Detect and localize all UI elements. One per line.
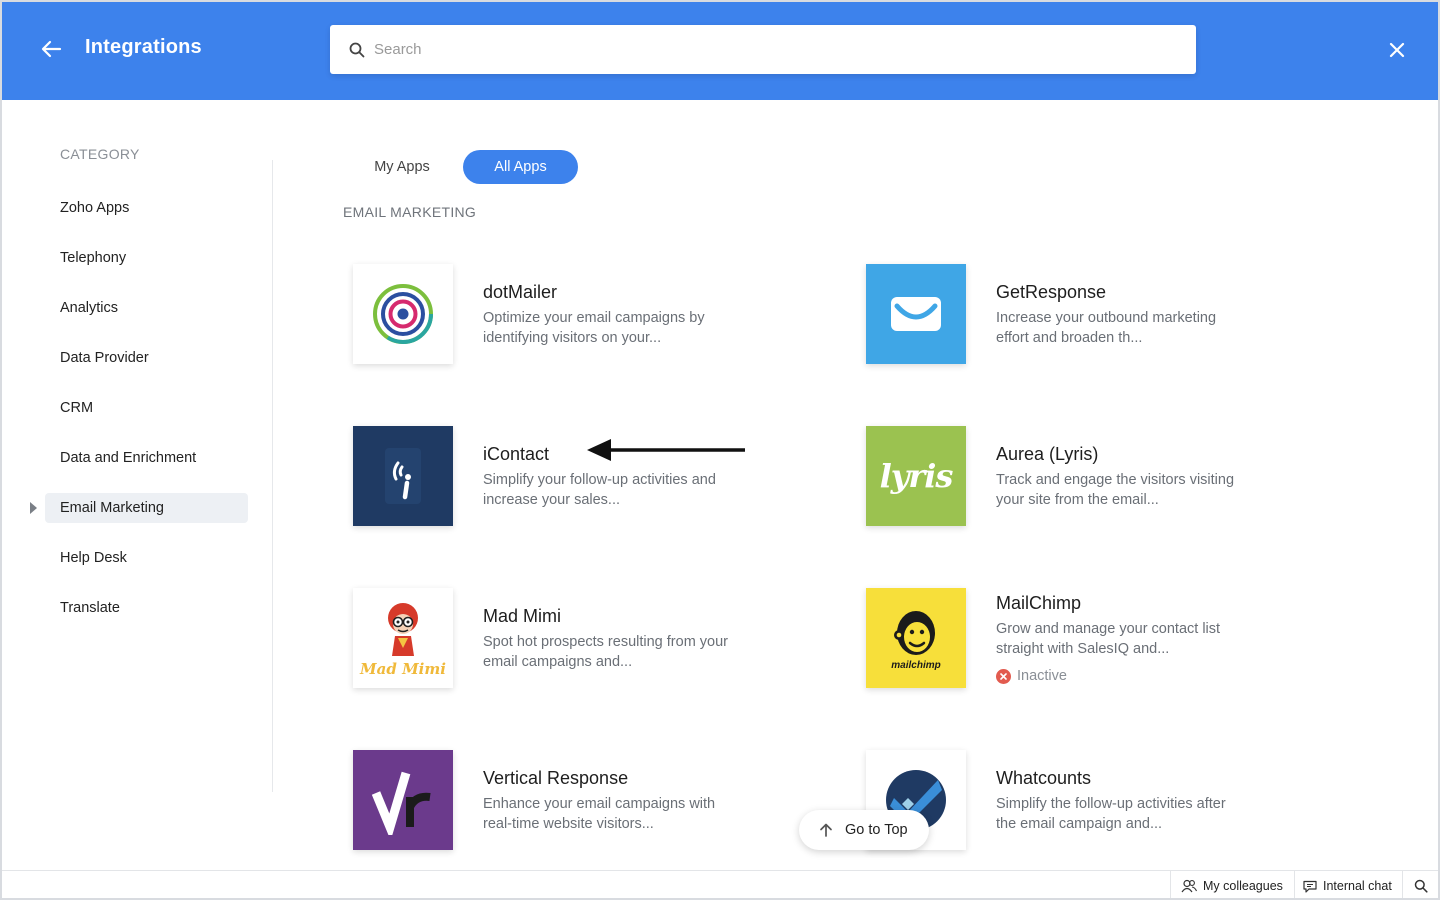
tab-my-apps[interactable]: My Apps [343, 150, 461, 184]
app-card-dotmailer[interactable]: dotMailer Optimize your email campaigns … [353, 264, 813, 364]
sidebar-item-analytics[interactable]: Analytics [45, 293, 248, 323]
app-name: iContact [483, 444, 550, 464]
icontact-logo-icon [353, 426, 453, 526]
tab-all-apps[interactable]: All Apps [463, 150, 578, 184]
section-heading: EMAIL MARKETING [343, 204, 477, 220]
caret-right-icon [30, 502, 37, 514]
go-to-top-button[interactable]: Go to Top [799, 810, 929, 850]
internal-chat-button[interactable]: Internal chat [1294, 871, 1402, 900]
sidebar-item-data-provider[interactable]: Data Provider [45, 343, 248, 373]
app-name: Aurea (Lyris) [996, 444, 1099, 464]
app-description: Optimize your email campaigns by identif… [483, 310, 705, 346]
mad-mimi-logo-icon: Mad Mimi [353, 588, 453, 688]
close-button[interactable] [1386, 39, 1408, 61]
arrow-left-icon [41, 40, 62, 58]
app-description: Simplify the follow-up activities after … [996, 796, 1226, 832]
bottom-search-button[interactable] [1402, 871, 1438, 900]
app-description: Grow and manage your contact list straig… [996, 621, 1221, 657]
lyris-logo-icon: lyris [866, 426, 966, 526]
app-card-whatcounts[interactable]: Whatcounts Simplify the follow-up activi… [866, 750, 1326, 850]
status-badge: Inactive [996, 668, 1067, 684]
sidebar-item-zoho-apps[interactable]: Zoho Apps [45, 193, 248, 223]
go-to-top-label: Go to Top [845, 822, 908, 838]
inactive-x-icon [996, 668, 1011, 684]
search-box[interactable] [330, 25, 1196, 74]
mailchimp-logo-icon: mailchimp [866, 588, 966, 688]
app-card-mailchimp[interactable]: mailchimp MailChimp Grow and manage your… [866, 588, 1326, 698]
sidebar-item-translate[interactable]: Translate [45, 593, 248, 623]
app-name: dotMailer [483, 282, 558, 302]
app-name: Whatcounts [996, 768, 1092, 788]
app-card-aurea-lyris[interactable]: lyris Aurea (Lyris) Track and engage the… [866, 426, 1326, 526]
envelope-icon [866, 264, 966, 364]
sidebar-divider [272, 160, 273, 792]
search-icon [349, 42, 365, 58]
app-card-getresponse[interactable]: GetResponse Increase your outbound marke… [866, 264, 1326, 364]
category-heading: CATEGORY [60, 146, 140, 162]
app-card-vertical-response[interactable]: Vertical Response Enhance your email cam… [353, 750, 813, 850]
app-description: Spot hot prospects resulting from your e… [483, 634, 729, 670]
sidebar-item-crm[interactable]: CRM [45, 393, 248, 423]
colleagues-icon [1181, 879, 1197, 893]
search-icon [1414, 879, 1428, 893]
header-bar: Integrations [0, 0, 1440, 100]
internal-chat-label: Internal chat [1323, 879, 1392, 893]
app-name: GetResponse [996, 282, 1107, 302]
app-description: Simplify your follow-up activities and i… [483, 472, 716, 508]
dotmailer-logo-icon [353, 264, 453, 364]
bottom-bar: My colleagues Internal chat [0, 870, 1440, 900]
back-button[interactable] [38, 36, 64, 62]
sidebar-item-telephony[interactable]: Telephony [45, 243, 248, 273]
app-description: Increase your outbound marketing effort … [996, 310, 1217, 346]
my-colleagues-label: My colleagues [1203, 879, 1283, 893]
app-name: Mad Mimi [483, 606, 562, 626]
sidebar-item-help-desk[interactable]: Help Desk [45, 543, 248, 573]
status-label: Inactive [1017, 668, 1067, 684]
app-description: Track and engage the visitors visiting y… [996, 472, 1235, 508]
close-icon [1389, 42, 1405, 58]
vertical-response-logo-icon [353, 750, 453, 850]
annotation-arrow-icon [587, 439, 745, 461]
search-input[interactable] [374, 41, 1154, 58]
app-card-mad-mimi[interactable]: Mad Mimi Mad Mimi Spot hot prospects res… [353, 588, 813, 688]
page-title: Integrations [85, 36, 202, 58]
app-name: MailChimp [996, 593, 1082, 613]
app-name: Vertical Response [483, 768, 629, 788]
app-description: Enhance your email campaigns with real-t… [483, 796, 716, 832]
arrow-up-icon [819, 823, 833, 837]
my-colleagues-button[interactable]: My colleagues [1170, 871, 1294, 900]
sidebar-item-email-marketing[interactable]: Email Marketing [45, 493, 248, 523]
chat-icon [1303, 880, 1317, 893]
sidebar-item-data-and-enrichment[interactable]: Data and Enrichment [45, 443, 248, 473]
